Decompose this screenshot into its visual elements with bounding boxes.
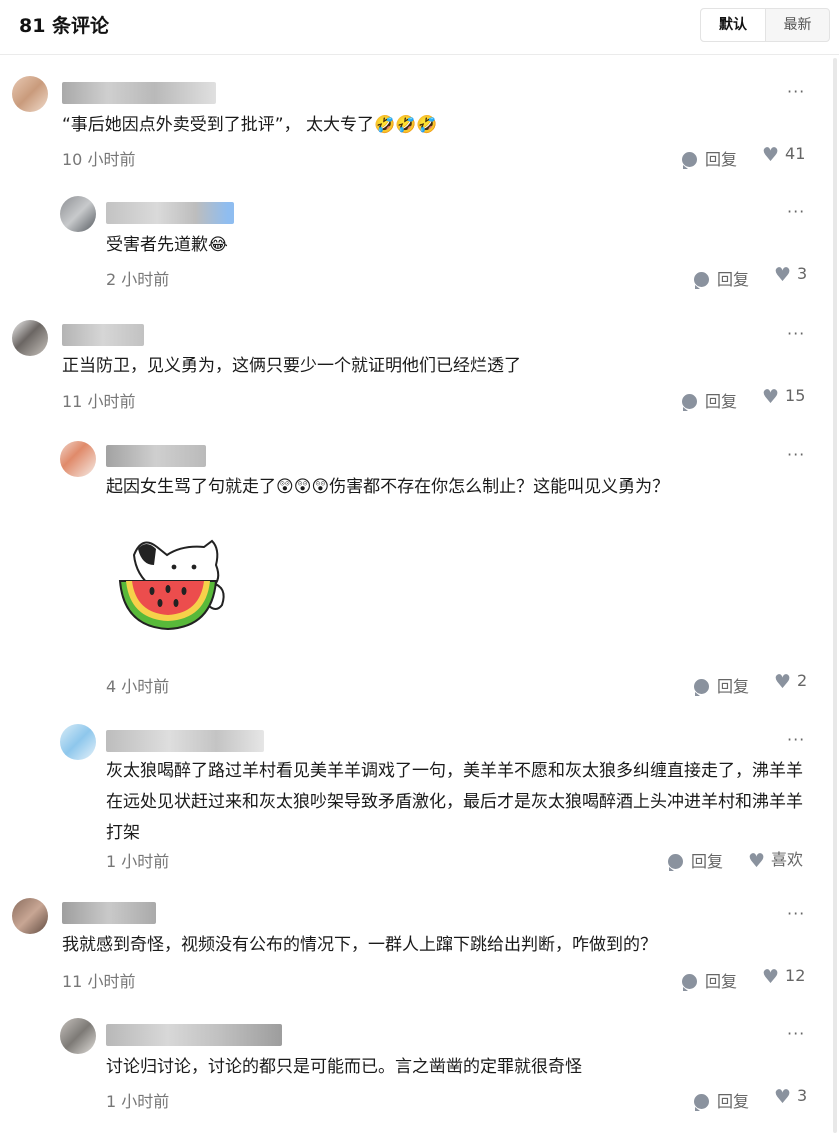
username-blurred[interactable] <box>106 730 264 752</box>
sort-latest-button[interactable]: 最新 <box>766 9 829 41</box>
username-blurred[interactable] <box>62 902 156 924</box>
comment-text: 起因女生骂了句就走了😲😲😲伤害都不存在你怎么制止？这能叫见义勇为？ <box>106 472 669 503</box>
comment-text: 受害者先道歉😂 <box>106 230 228 261</box>
reply-button[interactable]: 回复 <box>694 673 749 697</box>
heart-icon: ♥ <box>748 850 766 872</box>
watermelon-dog-sticker[interactable] <box>112 535 230 635</box>
comment-time: 11 小时前 <box>62 972 136 991</box>
like-button[interactable]: ♥ 15 <box>762 386 805 408</box>
avatar[interactable] <box>60 196 96 232</box>
avatar[interactable] <box>60 1018 96 1054</box>
comment-item: ··· 我就感到奇怪，视频没有公布的情况下，一群人上蹿下跳给出判断，咋做到的？ … <box>0 892 830 1002</box>
heart-icon: ♥ <box>774 671 792 693</box>
laughing-emoji-icon: 😂 <box>208 235 228 255</box>
reply-label: 回复 <box>717 677 750 696</box>
comment-count-title: 81 条评论 <box>19 15 110 37</box>
reply-button[interactable]: 回复 <box>694 266 749 290</box>
reply-item: ··· 灰太狼喝醉了路过羊村看见美羊羊调戏了一句，美羊羊不愿和灰太狼多纠缠直接走… <box>0 718 830 878</box>
more-options-icon[interactable]: ··· <box>787 82 805 101</box>
comment-text-body: 起因女生骂了句就走了 <box>106 477 276 497</box>
reply-label: 回复 <box>705 392 738 411</box>
avatar[interactable] <box>12 898 48 934</box>
avatar[interactable] <box>12 320 48 356</box>
rofl-emoji-icon: 🤣🤣🤣 <box>374 115 438 135</box>
avatar[interactable] <box>60 724 96 760</box>
comment-text: “事后她因点外卖受到了批评”， 太大专了🤣🤣🤣 <box>62 110 438 141</box>
more-options-icon[interactable]: ··· <box>787 904 805 923</box>
comment-item: ··· “事后她因点外卖受到了批评”， 太大专了🤣🤣🤣 10 小时前 回复 ♥ 4… <box>0 70 830 180</box>
reply-icon <box>694 272 709 289</box>
avatar[interactable] <box>60 441 96 477</box>
heart-icon: ♥ <box>762 966 780 988</box>
avatar[interactable] <box>12 76 48 112</box>
reply-item: ··· 讨论归讨论，讨论的都只是可能而已。言之凿凿的定罪就很奇怪 1 小时前 回… <box>0 1012 830 1122</box>
comment-time: 11 小时前 <box>62 392 136 411</box>
reply-button[interactable]: 回复 <box>682 968 737 992</box>
comment-time: 2 小时前 <box>106 270 170 289</box>
like-count: 3 <box>797 264 808 283</box>
username-blurred[interactable] <box>62 82 216 104</box>
comment-time: 4 小时前 <box>106 677 170 696</box>
comment-text: 讨论归讨论，讨论的都只是可能而已。言之凿凿的定罪就很奇怪 <box>106 1057 582 1077</box>
more-options-icon[interactable]: ··· <box>787 1024 805 1043</box>
like-button[interactable]: ♥ 喜欢 <box>748 846 803 872</box>
comment-text-body: 受害者先道歉 <box>106 235 208 255</box>
reply-button[interactable]: 回复 <box>694 1088 749 1112</box>
username-blurred[interactable] <box>106 202 234 224</box>
comment-text-body: “事后她因点外卖受到了批评”， 太大专了 <box>62 115 375 135</box>
more-options-icon[interactable]: ··· <box>787 445 805 464</box>
scrollbar[interactable] <box>833 58 837 1133</box>
like-count: 15 <box>785 386 806 405</box>
reply-icon <box>682 152 697 169</box>
reply-icon <box>694 1094 709 1111</box>
like-button[interactable]: ♥ 3 <box>774 1086 807 1108</box>
reply-icon <box>668 854 683 871</box>
like-count: 喜欢 <box>771 850 804 869</box>
shocked-emoji-icon: 😲😲😲 <box>276 477 330 497</box>
sort-default-button[interactable]: 默认 <box>701 9 766 41</box>
comment-time: 10 小时前 <box>62 150 136 169</box>
reply-icon <box>682 394 697 411</box>
like-count: 41 <box>785 144 806 163</box>
comment-text: 正当防卫，见义勇为，这俩只要少一个就证明他们已经烂透了 <box>62 356 521 376</box>
reply-label: 回复 <box>705 972 738 991</box>
like-count: 2 <box>797 671 808 690</box>
comment-time: 1 小时前 <box>106 852 170 871</box>
like-count: 12 <box>785 966 806 985</box>
reply-label: 回复 <box>691 852 724 871</box>
comment-text: 我就感到奇怪，视频没有公布的情况下，一群人上蹿下跳给出判断，咋做到的？ <box>62 935 657 955</box>
heart-icon: ♥ <box>762 386 780 408</box>
comments-header: 81 条评论 默认 最新 <box>0 0 839 55</box>
username-blurred[interactable] <box>62 324 144 346</box>
more-options-icon[interactable]: ··· <box>787 730 805 749</box>
reply-button[interactable]: 回复 <box>682 146 737 170</box>
like-count: 3 <box>797 1086 808 1105</box>
reply-item: ··· 起因女生骂了句就走了😲😲😲伤害都不存在你怎么制止？这能叫见义勇为？ 4 … <box>0 433 830 703</box>
like-button[interactable]: ♥ 2 <box>774 671 807 693</box>
like-button[interactable]: ♥ 12 <box>762 966 805 988</box>
heart-icon: ♥ <box>762 144 780 166</box>
comment-text-body: 伤害都不存在你怎么制止？这能叫见义勇为？ <box>329 477 670 497</box>
reply-label: 回复 <box>717 1092 750 1111</box>
more-options-icon[interactable]: ··· <box>787 202 805 221</box>
like-button[interactable]: ♥ 3 <box>774 264 807 286</box>
heart-icon: ♥ <box>774 264 792 286</box>
heart-icon: ♥ <box>774 1086 792 1108</box>
reply-label: 回复 <box>705 150 738 169</box>
comment-time: 1 小时前 <box>106 1092 170 1111</box>
more-options-icon[interactable]: ··· <box>787 324 805 343</box>
like-button[interactable]: ♥ 41 <box>762 144 805 166</box>
reply-label: 回复 <box>717 270 750 289</box>
reply-item: ··· 受害者先道歉😂 2 小时前 回复 ♥ 3 <box>0 190 830 300</box>
sort-toggle: 默认 最新 <box>700 8 830 42</box>
comment-text: 灰太狼喝醉了路过羊村看见美羊羊调戏了一句，美羊羊不愿和灰太狼多纠缠直接走了，沸羊… <box>106 761 803 843</box>
reply-button[interactable]: 回复 <box>668 848 723 872</box>
comment-item: ··· 正当防卫，见义勇为，这俩只要少一个就证明他们已经烂透了 11 小时前 回… <box>0 312 830 422</box>
reply-button[interactable]: 回复 <box>682 388 737 412</box>
username-blurred[interactable] <box>106 1024 282 1046</box>
username-blurred[interactable] <box>106 445 206 467</box>
reply-icon <box>694 679 709 696</box>
reply-icon <box>682 974 697 991</box>
